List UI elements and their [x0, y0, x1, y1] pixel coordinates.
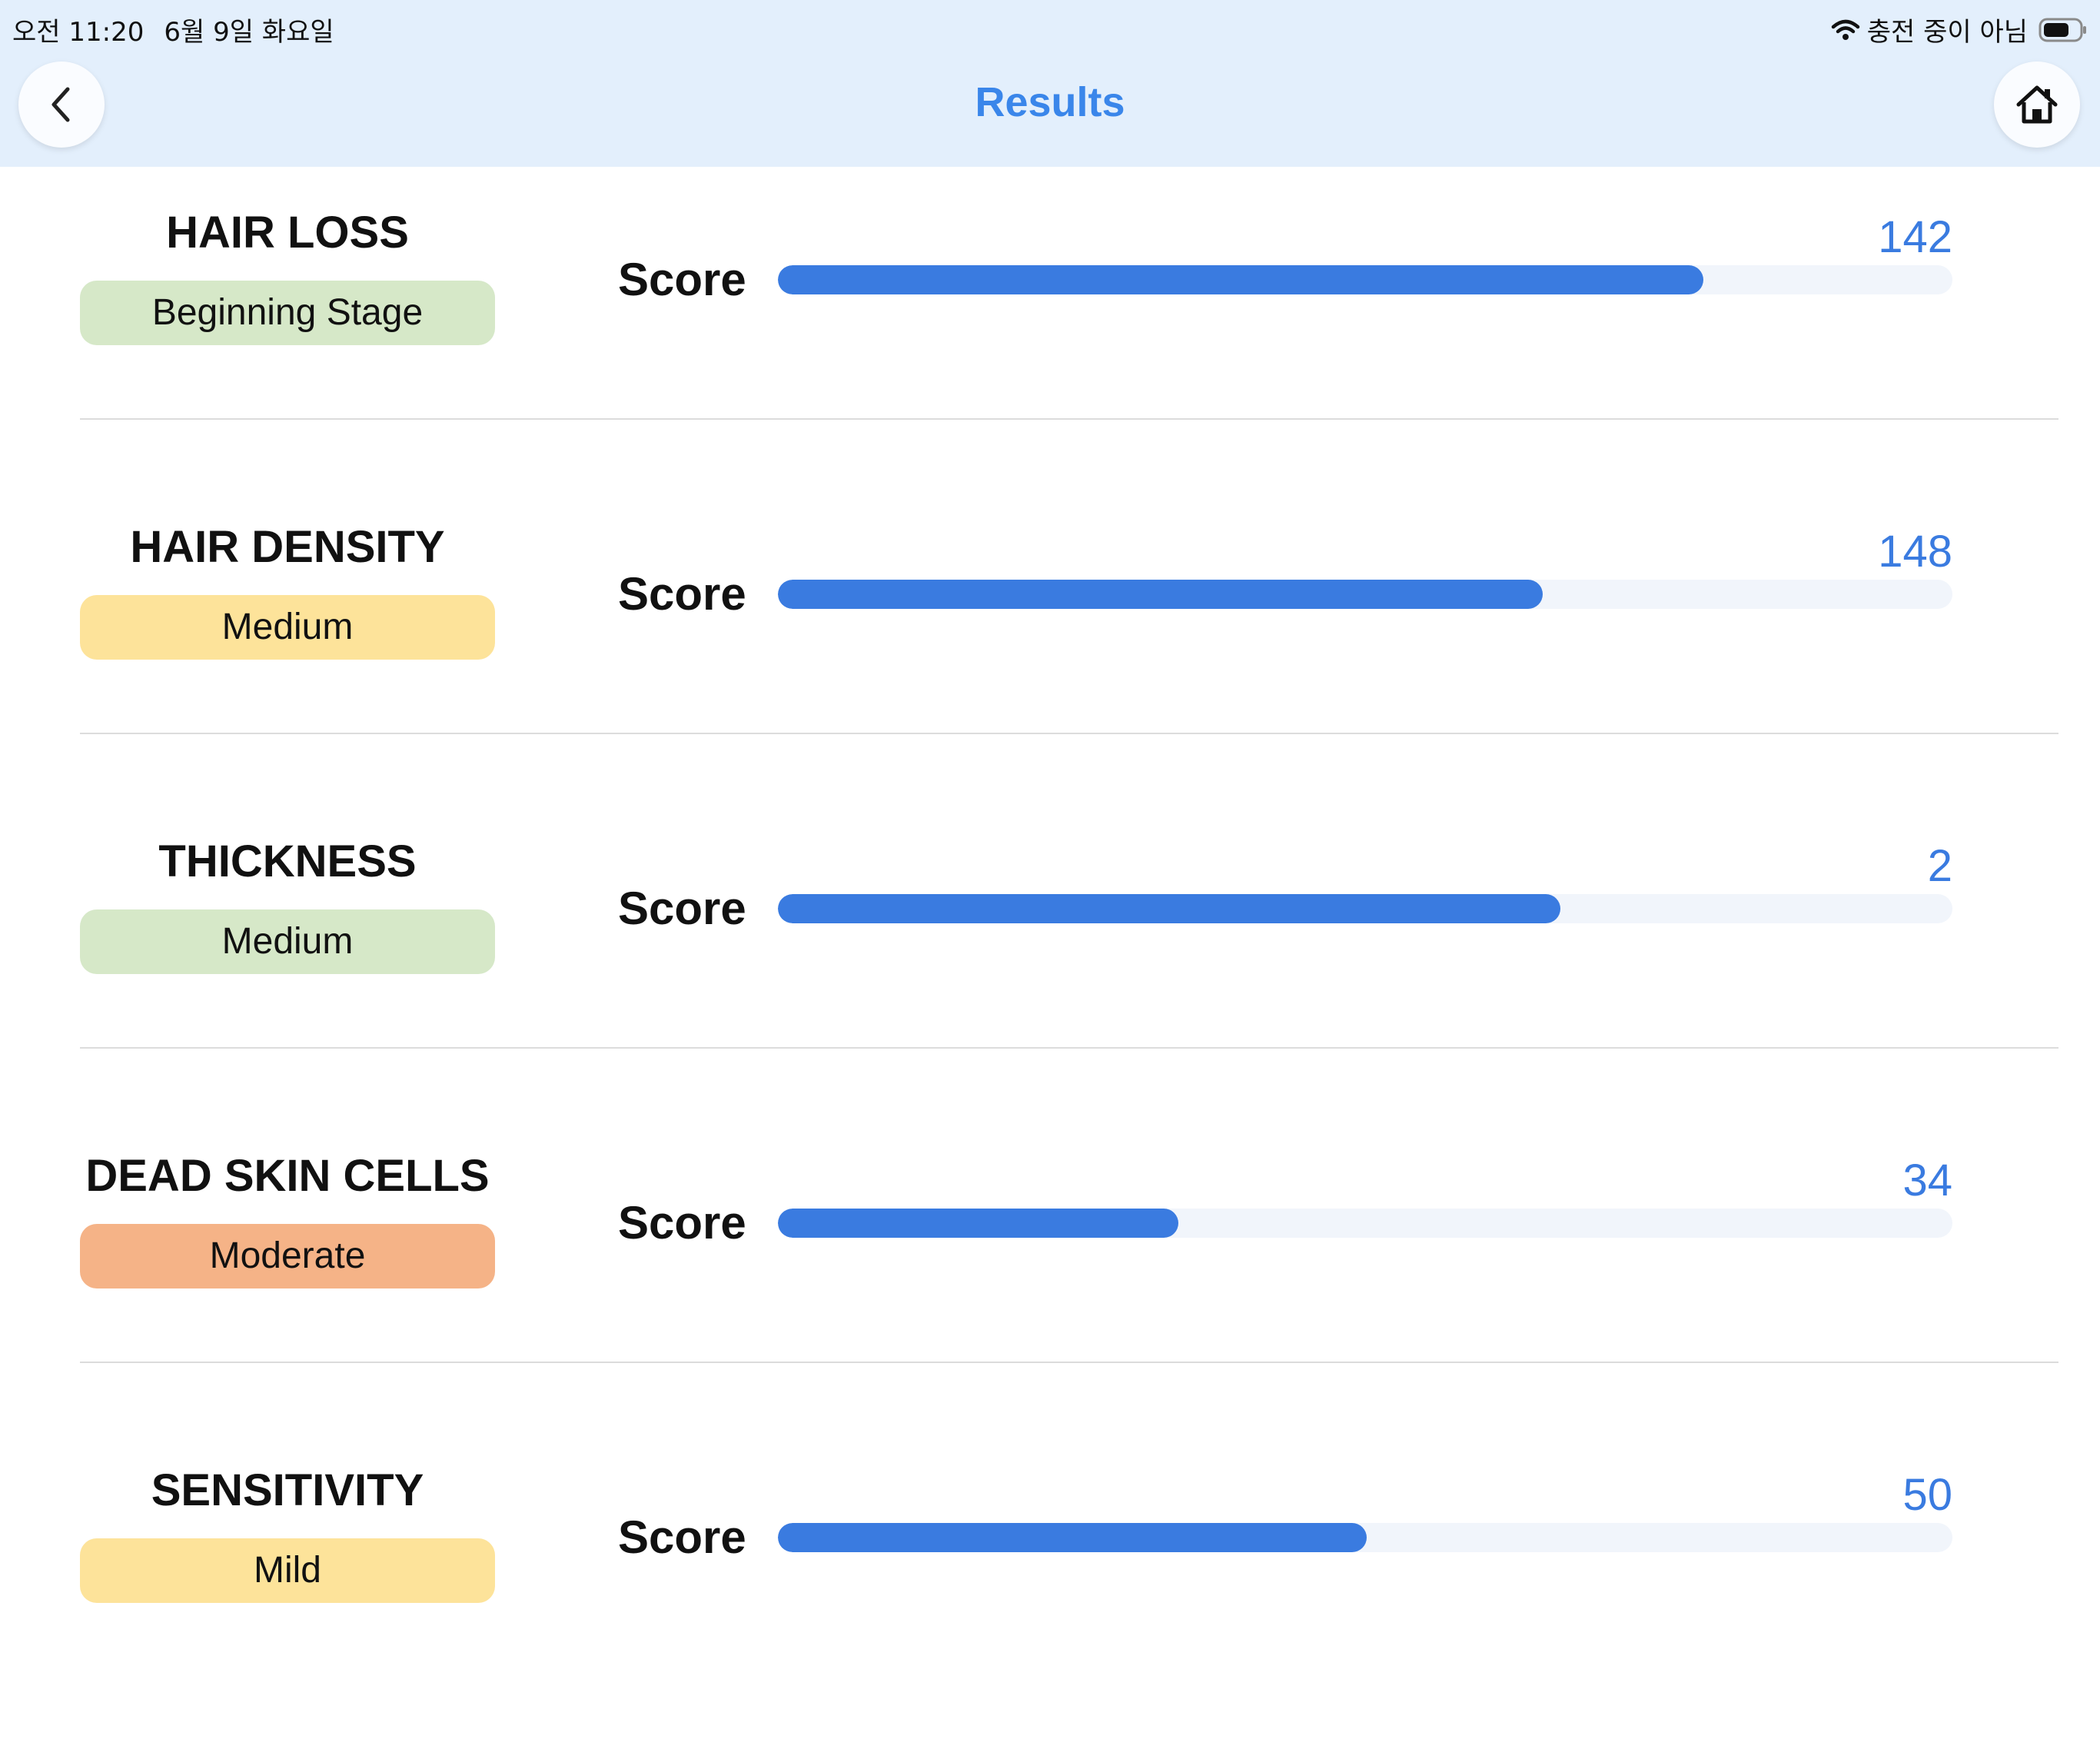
score-bar-track [778, 1523, 1952, 1552]
score-label: Score [618, 568, 746, 620]
score-label: Score [618, 1511, 746, 1563]
score-bar-fill [778, 1523, 1367, 1552]
metric-name: DEAD SKIN CELLS [85, 1151, 490, 1201]
status-badge: Beginning Stage [80, 281, 495, 345]
score-bar-track [778, 580, 1952, 609]
score-bar-fill [778, 1209, 1179, 1238]
score-value: 148 [1878, 527, 1952, 577]
score-label: Score [618, 1197, 746, 1249]
result-row: HAIR DENSITY Medium Score 148 [0, 481, 2100, 796]
status-badge: Moderate [80, 1224, 495, 1288]
score-value: 142 [1878, 212, 1952, 262]
row-divider [80, 418, 2058, 420]
score-bar-track [778, 894, 1952, 923]
score-value: 2 [1927, 841, 1952, 891]
status-badge: Mild [80, 1538, 495, 1603]
charging-status: 충전 중이 아님 [1866, 17, 2028, 48]
result-row: HAIR LOSS Beginning Stage Score 142 [0, 167, 2100, 481]
battery-icon [2039, 18, 2086, 42]
score-bar-fill [778, 580, 1543, 609]
page-title: Results [975, 79, 1125, 125]
header-bar: 오전 11:20 6월 9일 화요일 충전 중이 아님 Results [0, 0, 2100, 167]
status-badge: Medium [80, 909, 495, 974]
result-row: DEAD SKIN CELLS Moderate Score 34 [0, 1110, 2100, 1425]
row-divider [80, 1047, 2058, 1049]
status-bar-left: 오전 11:20 6월 9일 화요일 [12, 11, 354, 48]
metric-name: THICKNESS [158, 836, 417, 886]
status-bar-right: 충전 중이 아님 [1830, 11, 2088, 48]
score-label: Score [618, 254, 746, 305]
wifi-icon [1831, 19, 1859, 40]
result-row: SENSITIVITY Mild Score 50 [0, 1425, 2100, 1739]
score-value: 50 [1902, 1470, 1952, 1520]
results-list: HAIR LOSS Beginning Stage Score 142 HAIR… [0, 167, 2100, 1739]
score-bar-fill [778, 894, 1560, 923]
home-icon [2016, 85, 2058, 124]
home-button[interactable] [1994, 62, 2080, 148]
metric-name: HAIR DENSITY [130, 522, 445, 572]
metric-name: SENSITIVITY [151, 1465, 424, 1515]
score-bar-track [778, 265, 1952, 294]
status-badge: Medium [80, 595, 495, 660]
row-divider [80, 1362, 2058, 1363]
status-time: 오전 11:20 [12, 17, 145, 48]
status-date: 6월 9일 화요일 [164, 17, 334, 48]
score-label: Score [618, 883, 746, 934]
score-value: 34 [1902, 1155, 1952, 1205]
result-row: THICKNESS Medium Score 2 [0, 796, 2100, 1110]
row-divider [80, 733, 2058, 734]
score-bar-track [778, 1209, 1952, 1238]
metric-name: HAIR LOSS [166, 208, 409, 258]
score-bar-fill [778, 265, 1704, 294]
